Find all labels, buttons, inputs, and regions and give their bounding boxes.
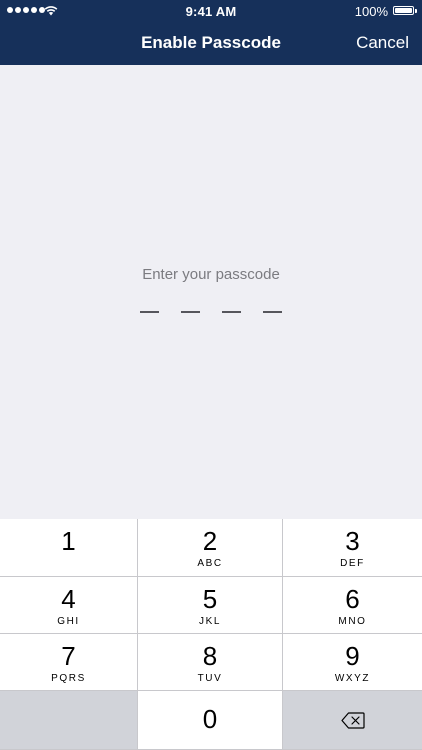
backspace-icon [340,711,365,729]
status-bar: 9:41 AM 100% [0,0,422,22]
passcode-digit-slot [181,311,200,313]
key-9[interactable]: 9 WXYZ [283,634,422,691]
key-number: 5 [202,584,218,614]
backspace-button[interactable] [283,691,422,750]
key-letters: MNO [338,616,367,627]
key-number: 9 [345,641,360,671]
key-8[interactable]: 8 TUV [138,634,283,691]
key-number: 2 [202,526,218,556]
battery-percent: 100% [354,4,388,19]
key-1[interactable]: 1 [0,519,138,577]
key-letters: ABC [197,558,223,569]
key-letters: WXYZ [334,673,371,684]
passcode-digits [140,311,282,313]
key-number: 7 [61,641,76,671]
key-letters: PQRS [51,673,86,684]
empty-key [0,691,138,750]
key-letters: GHI [57,616,80,627]
key-4[interactable]: 4 GHI [0,577,138,634]
numeric-keypad: 1 2 ABC 3 DEF 4 GHI 5 JKL 6 MNO 7 PQRS 8 [0,519,422,750]
key-letters: DEF [340,558,365,569]
header: 9:41 AM 100% Enable Passcode Cancel [0,0,422,65]
key-number: 4 [61,584,76,614]
cancel-button[interactable]: Cancel [356,33,409,53]
key-number: 8 [202,641,218,671]
key-6[interactable]: 6 MNO [283,577,422,634]
passcode-digit-slot [140,311,159,313]
key-number: 6 [345,584,360,614]
passcode-digit-slot [222,311,241,313]
key-number: 0 [202,704,218,734]
battery-icon [393,6,417,15]
key-number: 3 [345,526,360,556]
passcode-screen: 9:41 AM 100% Enable Passcode Cancel Ente… [0,0,422,750]
key-5[interactable]: 5 JKL [138,577,283,634]
key-letters: TUV [197,673,223,684]
passcode-digit-slot [263,311,282,313]
key-number: 1 [61,526,76,556]
key-7[interactable]: 7 PQRS [0,634,138,691]
key-3[interactable]: 3 DEF [283,519,422,577]
key-2[interactable]: 2 ABC [138,519,283,577]
passcode-prompt: Enter your passcode [142,266,280,283]
key-letters: JKL [198,616,222,627]
key-0[interactable]: 0 [138,691,283,750]
